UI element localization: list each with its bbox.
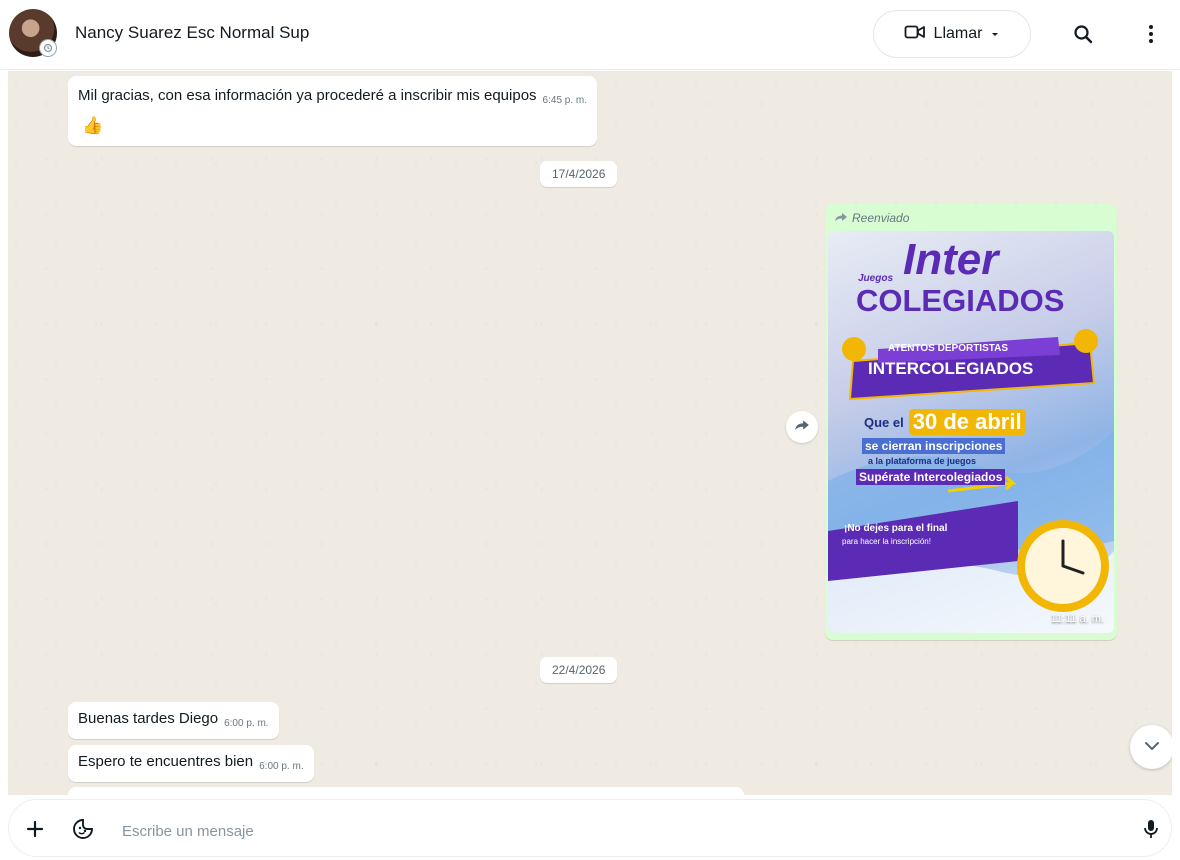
poster-line1: Que el 30 de abril: [864, 409, 1026, 435]
message-bubble[interactable]: Mil gracias, con esa información ya proc…: [68, 76, 598, 146]
chat-area[interactable]: Mil gracias, con esa información ya proc…: [8, 71, 1172, 795]
message-input[interactable]: [122, 816, 1022, 846]
message-bubble[interactable]: Buenas tardes Diego 6:00 p. m.: [68, 702, 279, 739]
status-ring-icon: [39, 39, 57, 57]
poster-cta2: para hacer la inscripción!: [842, 537, 931, 546]
message-time: 6:00 p. m.: [224, 718, 269, 729]
forwarded-label: Reenviado: [828, 207, 1114, 231]
image-time: 11:11 a. m.: [1050, 613, 1104, 625]
contact-name[interactable]: Nancy Suarez Esc Normal Sup: [75, 23, 309, 43]
search-icon[interactable]: [1063, 14, 1103, 54]
message-time: 6:45 p. m.: [542, 95, 588, 106]
thumbs-up-reaction[interactable]: 👍: [82, 116, 103, 136]
chevron-down-icon: [990, 25, 1000, 43]
message-text: Buenas tardes Diego: [78, 710, 219, 727]
call-button-label: Llamar: [933, 25, 983, 42]
poster-image[interactable]: Juegos Inter COLEGIADOS ATENTOS DEPORTIS…: [828, 231, 1114, 633]
forward-button[interactable]: [786, 411, 818, 443]
message-text: Espero te encuentres bien: [78, 753, 254, 770]
scroll-down-button[interactable]: [1130, 725, 1172, 769]
outgoing-image-message[interactable]: Reenviado Juegos Inter COLEGIADOS ATENTO…: [825, 204, 1117, 640]
video-call-icon: [904, 24, 926, 45]
chevron-down-icon: [1144, 738, 1160, 756]
forwarded-text: Reenviado: [852, 211, 910, 225]
poster-cta1: ¡No dejes para el final: [844, 523, 948, 534]
call-button[interactable]: Llamar: [873, 10, 1031, 58]
message-time: 6:00 p. m.: [259, 761, 304, 772]
mic-icon[interactable]: [1131, 809, 1171, 849]
plus-icon[interactable]: [15, 809, 55, 849]
message-bubble[interactable]: Espero te encuentres bien 6:00 p. m.: [68, 745, 314, 782]
message-bubble-partial[interactable]: [68, 787, 744, 795]
poster-line3: a la plataforma de juegos: [868, 456, 977, 466]
poster-line2: se cierran inscripciones: [862, 438, 1006, 454]
poster-colegiados: COLEGIADOS: [856, 283, 1065, 318]
chat-header: Nancy Suarez Esc Normal Sup Llamar: [0, 0, 1180, 70]
composer-box: [8, 799, 1172, 857]
poster-banner1: ATENTOS DEPORTISTAS: [888, 343, 1009, 354]
forward-icon: [794, 418, 810, 436]
poster-line4: Supérate Intercolegiados: [856, 469, 1006, 485]
poster-banner2: INTERCOLEGIADOS: [868, 359, 1034, 378]
message-text: Mil gracias, con esa información ya proc…: [78, 87, 537, 104]
poster-line1-b: 30 de abril: [908, 409, 1026, 435]
date-separator: 17/4/2026: [540, 161, 618, 187]
forward-icon: [834, 211, 848, 225]
poster-inter: Inter: [903, 235, 999, 284]
sticker-icon[interactable]: [63, 809, 103, 849]
date-separator: 22/4/2026: [540, 657, 618, 683]
composer-bar: [0, 795, 1180, 860]
menu-dots-icon[interactable]: [1131, 14, 1171, 54]
poster-line1-a: Que el: [864, 414, 904, 430]
